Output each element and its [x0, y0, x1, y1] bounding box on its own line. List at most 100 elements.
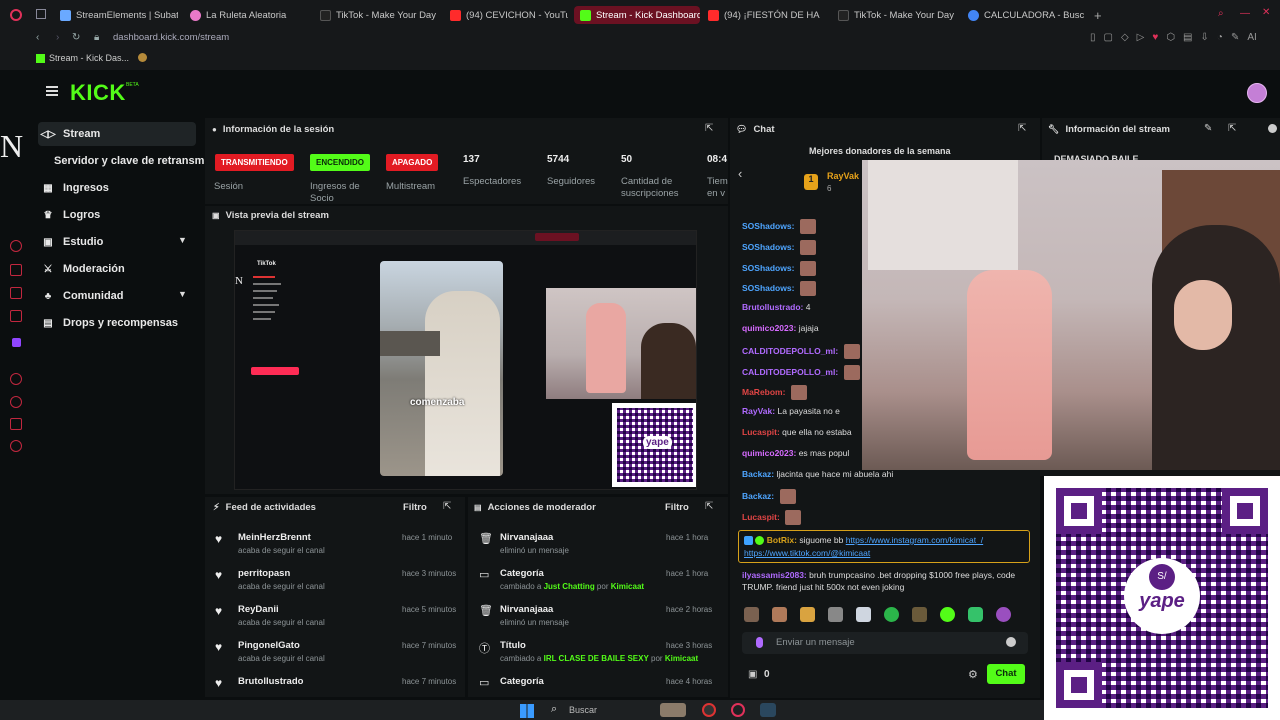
- mic-icon[interactable]: [756, 637, 763, 648]
- sidebar-item-estudio[interactable]: ▣ Estudio: [42, 236, 103, 248]
- sidebar-item-drops[interactable]: ▤ Drops y recompensas: [42, 317, 178, 329]
- side-app-icon[interactable]: [10, 396, 22, 408]
- chat-user[interactable]: Backaz:: [742, 469, 774, 479]
- close-window-icon[interactable]: ✕: [1262, 8, 1270, 18]
- taskbar-app-icon[interactable]: [702, 703, 716, 717]
- minimize-icon[interactable]: —: [1240, 9, 1250, 19]
- sidebar-item-servidor[interactable]: Servidor y clave de retransm: [54, 155, 204, 167]
- chat-user[interactable]: Brutollustrado:: [742, 302, 803, 312]
- tab-overview-icon[interactable]: [36, 9, 46, 19]
- sidebar-item-moderacion[interactable]: ⚔ Moderación: [42, 263, 125, 275]
- new-tab-icon[interactable]: +: [1094, 9, 1102, 22]
- side-app-icon[interactable]: [10, 418, 22, 430]
- pen-icon[interactable]: ✎: [1231, 32, 1239, 43]
- mod-filter-button[interactable]: Filtro: [665, 502, 689, 513]
- extension-icon[interactable]: ▢: [1104, 32, 1113, 43]
- chat-user[interactable]: MaRebom:: [742, 387, 785, 397]
- tab-youtube-1[interactable]: (94) CEVICHON - YouTub: [450, 6, 568, 24]
- browser-logo-icon[interactable]: [10, 9, 22, 21]
- bookmark-link[interactable]: Stream - Kick Das...: [49, 53, 129, 63]
- tab-youtube-2[interactable]: (94) ¡FIESTÓN DE HA: [708, 6, 826, 24]
- gear-icon[interactable]: ⚙: [968, 668, 978, 681]
- emote-icon[interactable]: [968, 607, 983, 622]
- tab-kick-dashboard[interactable]: Stream - Kick Dashboard: [574, 6, 700, 24]
- chat-user[interactable]: SOShadows:: [742, 242, 794, 252]
- chat-user[interactable]: CALDITODEPOLLO_ml:: [742, 366, 838, 376]
- side-app-icon[interactable]: [10, 310, 22, 322]
- tab-ruleta[interactable]: La Ruleta Aleatoria: [190, 6, 310, 24]
- search-tabs-icon[interactable]: ⌕: [1218, 9, 1224, 19]
- chat-user[interactable]: Lucaspit:: [742, 427, 780, 437]
- tab-tiktok-1[interactable]: TikTok - Make Your Day: [320, 6, 442, 24]
- chat-user[interactable]: ilyassamis2083:: [742, 570, 807, 580]
- emote-icon[interactable]: [772, 607, 787, 622]
- mod-target[interactable]: Título: [500, 640, 526, 651]
- chevron-down-icon[interactable]: ▼: [178, 289, 187, 299]
- popout-icon[interactable]: ⇱: [1018, 123, 1026, 134]
- kick-logo[interactable]: KICK: [70, 80, 126, 106]
- play-icon[interactable]: ▷: [1137, 32, 1145, 43]
- emote-icon[interactable]: [912, 607, 927, 622]
- emote-icon[interactable]: [856, 607, 871, 622]
- tab-streamelements[interactable]: StreamElements | Subatho: [60, 6, 178, 24]
- download-icon[interactable]: ⇩: [1201, 32, 1209, 43]
- sidebar-item-comunidad[interactable]: ♣ Comunidad: [42, 290, 124, 302]
- feed-username[interactable]: Brutollustrado: [238, 676, 303, 687]
- preview-video[interactable]: N TikTok comenzaba yape: [234, 230, 697, 490]
- chat-user[interactable]: quimico2023:: [742, 448, 796, 458]
- sidebar-item-ingresos[interactable]: ▦ Ingresos: [42, 182, 109, 194]
- emote-icon[interactable]: [884, 607, 899, 622]
- chat-user[interactable]: SOShadows:: [742, 262, 794, 272]
- emote-icon[interactable]: [996, 607, 1011, 622]
- chat-user[interactable]: CALDITODEPOLLO_ml:: [742, 346, 838, 356]
- popout-icon[interactable]: ⇱: [443, 501, 451, 512]
- feed-filter-button[interactable]: Filtro: [403, 502, 427, 513]
- windows-start-icon[interactable]: [520, 704, 534, 718]
- opera-icon[interactable]: [731, 703, 745, 717]
- ai-icon[interactable]: AI: [1247, 32, 1256, 43]
- twitch-icon[interactable]: [12, 338, 21, 347]
- emote-icon[interactable]: [940, 607, 955, 622]
- bot-link[interactable]: https://www.tiktok.com/@kimicaat: [744, 548, 870, 558]
- popout-icon[interactable]: ⇱: [705, 123, 713, 134]
- tab-tiktok-2[interactable]: TikTok - Make Your Day: [838, 6, 960, 24]
- tab-calculadora[interactable]: CALCULADORA - Buscar c: [968, 6, 1084, 24]
- taskbar-search-field[interactable]: Buscar: [569, 705, 597, 715]
- chat-user[interactable]: Backaz:: [742, 491, 774, 501]
- chat-user[interactable]: RayVak:: [742, 406, 775, 416]
- steam-icon[interactable]: [760, 703, 776, 717]
- chevron-down-icon[interactable]: ▼: [178, 235, 187, 245]
- side-app-icon[interactable]: [10, 264, 22, 276]
- wallet-icon[interactable]: ▤: [1183, 32, 1192, 43]
- sidebar-item-logros[interactable]: ♛ Logros: [42, 209, 101, 221]
- mod-detail-by[interactable]: Kimicaat: [665, 654, 698, 663]
- feed-username[interactable]: MeinHerzBrennt: [238, 532, 311, 543]
- emote-icon[interactable]: [744, 607, 759, 622]
- side-app-icon[interactable]: [10, 240, 22, 252]
- heart-icon[interactable]: ♥: [1152, 32, 1158, 43]
- chat-input[interactable]: Enviar un mensaje: [742, 632, 1028, 654]
- url-field[interactable]: dashboard.kick.com/stream: [113, 32, 229, 43]
- popout-icon[interactable]: ⇱: [705, 501, 713, 512]
- popout-icon[interactable]: ⇱: [1228, 123, 1236, 134]
- chevron-left-icon[interactable]: ‹: [738, 166, 742, 181]
- bot-user[interactable]: BotRix:: [767, 535, 797, 545]
- mod-target[interactable]: Categoría: [500, 568, 544, 579]
- mod-target[interactable]: Nirvanajaaa: [500, 604, 553, 615]
- shield-icon[interactable]: ◇: [1121, 32, 1129, 43]
- taskbar-app-icon[interactable]: [660, 703, 686, 717]
- bookmark-icon[interactable]: ▯: [1090, 32, 1096, 43]
- feed-username[interactable]: PingonelGato: [238, 640, 300, 651]
- chat-user[interactable]: quimico2023:: [742, 323, 796, 333]
- reload-icon[interactable]: ↻: [72, 33, 80, 43]
- mod-target[interactable]: Categoría: [500, 676, 544, 687]
- mod-detail-by[interactable]: Kimicaat: [611, 582, 644, 591]
- back-icon[interactable]: ‹: [36, 33, 39, 43]
- hamburger-icon[interactable]: [46, 86, 58, 96]
- profile-icon[interactable]: ◔: [1217, 32, 1223, 43]
- bot-link[interactable]: https://www.instagram.com/kimicat_/: [846, 535, 983, 545]
- side-app-icon[interactable]: [10, 287, 22, 299]
- forward-icon[interactable]: ›: [56, 33, 59, 43]
- user-avatar[interactable]: [1247, 83, 1267, 103]
- cube-icon[interactable]: ⬡: [1166, 32, 1175, 43]
